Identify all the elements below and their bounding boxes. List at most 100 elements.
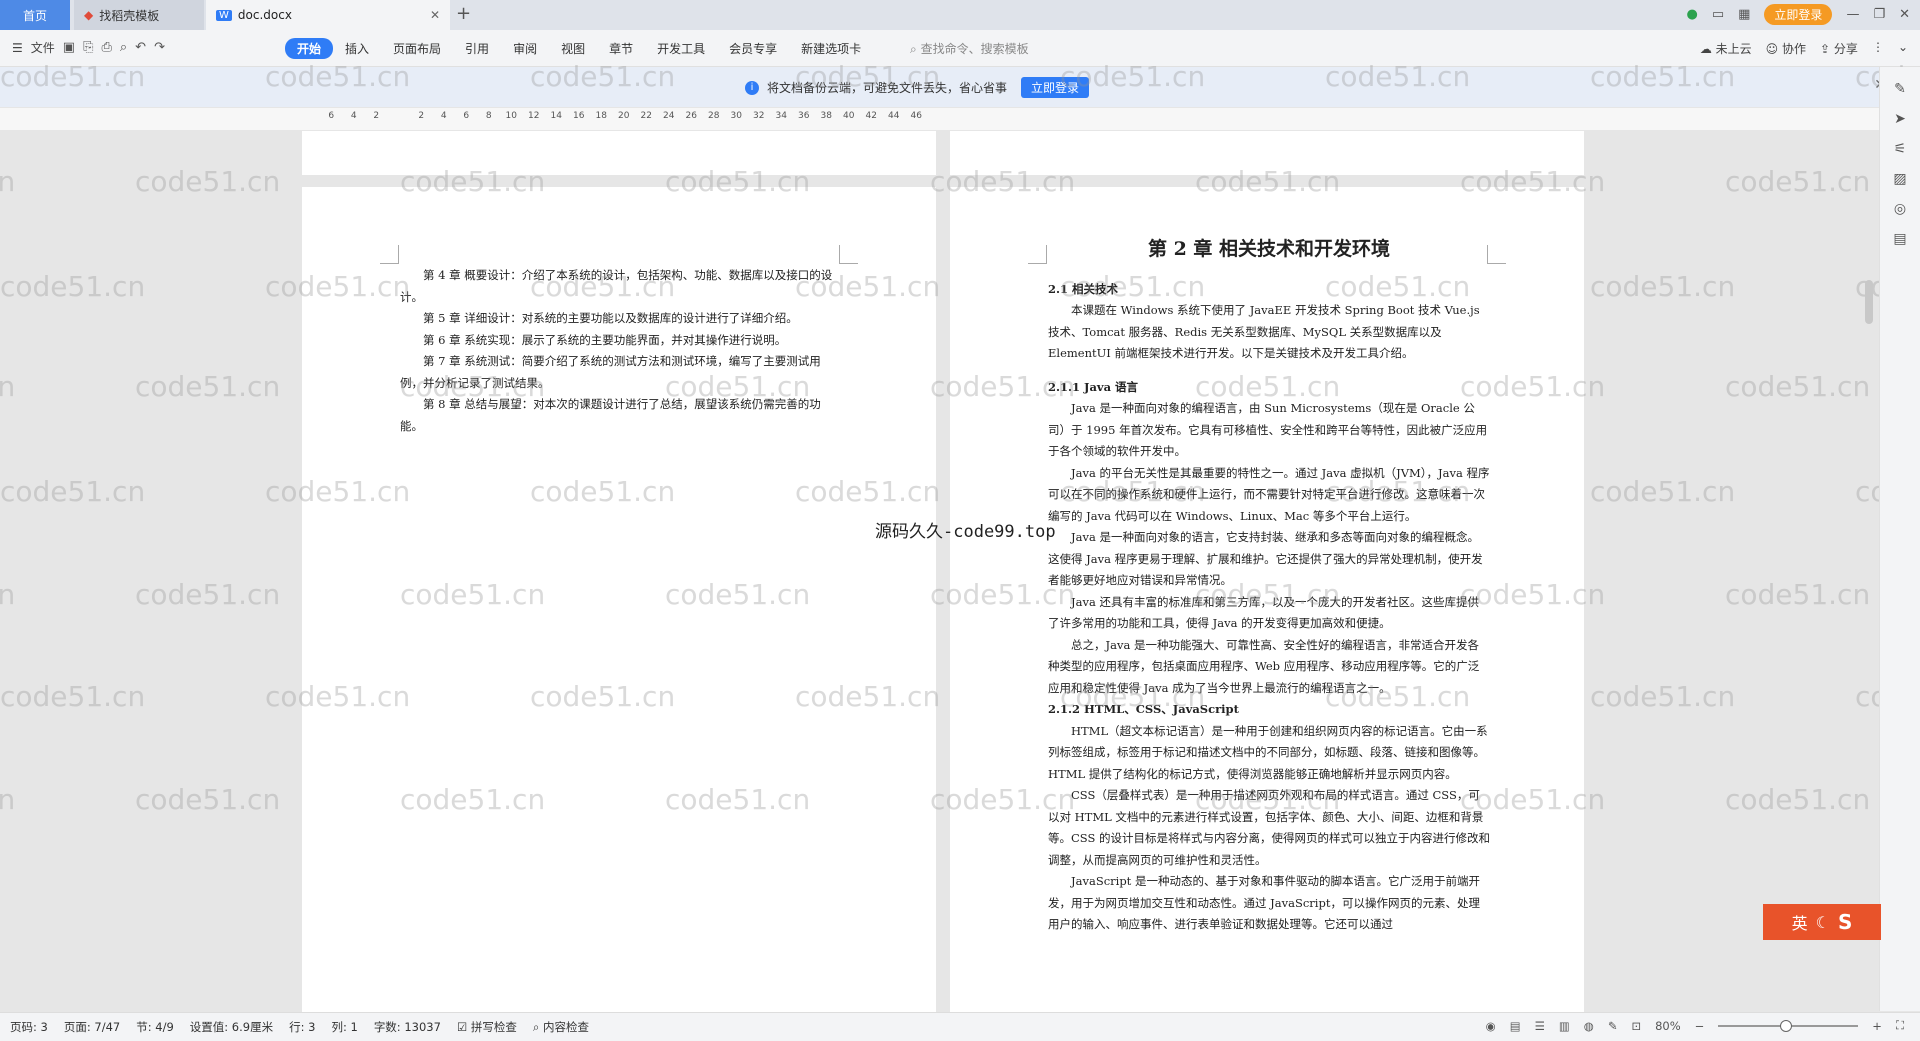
document-area[interactable]: 第 4 章 概要设计：介绍了本系统的设计，包括架构、功能、数据库以及接口的设计。… (0, 131, 1880, 1017)
close-icon[interactable]: ✕ (430, 8, 440, 22)
page-view-icon[interactable]: ▤ (1510, 1019, 1521, 1033)
fit-icon[interactable]: ⊡ (1631, 1019, 1641, 1033)
tab-daoke[interactable]: ◆ 找稻壳模板 (74, 0, 204, 30)
status-page-code: 页码: 3 (10, 1020, 48, 1034)
vertical-scrollbar[interactable] (1862, 110, 1876, 1010)
undo-icon[interactable]: ↶ (135, 40, 146, 55)
ruler-mark: 20 (618, 111, 630, 121)
paragraph: Java 是一种面向对象的语言，它支持封装、继承和多态等面向对象的编程概念。这使… (1048, 530, 1483, 587)
chevron-down-icon[interactable]: ⌄ (1898, 40, 1908, 57)
grid-icon[interactable]: ▦ (1738, 7, 1750, 22)
eye-icon[interactable]: ◉ (1486, 1019, 1496, 1033)
slider-icon[interactable]: ⚟ (1880, 141, 1920, 157)
ruler-mark: 38 (820, 111, 832, 121)
ruler-mark: 30 (730, 111, 742, 121)
page-left[interactable]: 第 4 章 概要设计：介绍了本系统的设计，包括架构、功能、数据库以及接口的设计。… (302, 187, 936, 1017)
zoom-slider-knob[interactable] (1780, 1019, 1793, 1032)
image-icon[interactable]: ▨ (1880, 171, 1920, 187)
file-menu[interactable]: 文件 (31, 39, 55, 56)
ruler-mark: 24 (663, 111, 675, 121)
ruler[interactable]: 6 4 2 2 4 6 8 10 12 14 16 18 20 22 24 26 28 30 32 34 36 38 40 4… (0, 108, 1900, 130)
tab-home[interactable]: 首页 (0, 0, 70, 30)
status-col: 列: 1 (331, 1020, 358, 1034)
ruler-mark: 22 (640, 111, 652, 121)
paragraph: HTML（超文本标记语言）是一种用于创建和组织网页内容的标记语言。它由一系列标签… (1048, 723, 1488, 781)
ribbon-tab-reference[interactable]: 引用 (453, 38, 501, 59)
ribbon-tab-start[interactable]: 开始 (285, 38, 334, 59)
section-heading: 2.1.1 Java 语言 (1048, 379, 1139, 394)
layout-icon[interactable]: ▭ (1712, 7, 1724, 22)
redo-icon[interactable]: ↷ (154, 40, 165, 55)
notice-login-button[interactable]: 立即登录 (1021, 77, 1090, 98)
ruler-mark: 14 (550, 111, 562, 121)
page-previous-right (950, 131, 1584, 175)
tab-doc[interactable]: W doc.docx ✕ (206, 0, 450, 30)
minimize-icon[interactable]: — (1846, 7, 1859, 22)
cursor-icon[interactable]: ➤ (1880, 111, 1920, 127)
ime-indicator[interactable]: 英 ☾ S (1763, 904, 1881, 940)
ime-label: 英 (1791, 914, 1808, 933)
status-row: 行: 3 (289, 1020, 316, 1034)
location-icon[interactable]: ◎ (1880, 201, 1920, 217)
right-page-content: 第 2 章 相关技术和开发环境 2.1 相关技术 本课题在 Windows 系统… (1048, 238, 1490, 936)
command-search[interactable]: ⌕ 查找命令、搜索模板 (910, 40, 1029, 57)
ribbon-tab-member[interactable]: 会员专享 (717, 38, 789, 59)
paragraph: 第 7 章 系统测试：简要介绍了系统的测试方法和测试环境，编写了主要测试用例，并… (400, 354, 821, 390)
spell-check-button[interactable]: ☑ 拼写检查 (457, 1019, 517, 1035)
fullscreen-icon[interactable]: ⛶ (1896, 1018, 1904, 1033)
zoom-in-icon[interactable]: + (1872, 1019, 1882, 1033)
preview-icon[interactable]: ⌕ (120, 40, 127, 55)
ribbon-tab-new[interactable]: 新建选项卡 (789, 38, 873, 59)
login-button[interactable]: 立即登录 (1764, 4, 1833, 25)
daoke-icon: ◆ (84, 8, 94, 22)
reading-view-icon[interactable]: ▥ (1559, 1019, 1570, 1033)
status-words[interactable]: 字数: 13037 (374, 1019, 441, 1035)
ribbon-tab-insert[interactable]: 插入 (333, 38, 381, 59)
ruler-mark: 36 (798, 111, 810, 121)
status-green-icon[interactable]: ● (1686, 7, 1697, 22)
export-icon[interactable]: ⎘ (83, 40, 93, 55)
web-view-icon[interactable]: ◍ (1584, 1019, 1594, 1033)
center-watermark: 源码久久-code99.top (875, 522, 1056, 542)
scroll-thumb[interactable] (1865, 280, 1873, 324)
ribbon-tab-view[interactable]: 视图 (549, 38, 597, 59)
info-icon: i (745, 80, 759, 95)
status-bar: 页码: 3 页面: 7/47 节: 4/9 设置值: 6.9厘米 行: 3 列:… (0, 1012, 1920, 1041)
status-page[interactable]: 页面: 7/47 (64, 1019, 120, 1035)
collab-button[interactable]: ☺ 协作 (1766, 40, 1806, 57)
content-check-button[interactable]: ⌕ 内容检查 (533, 1019, 589, 1035)
left-page-content: 第 4 章 概要设计：介绍了本系统的设计，包括架构、功能、数据库以及接口的设计。… (400, 265, 842, 437)
ribbon-tab-review[interactable]: 审阅 (501, 38, 549, 59)
share-label: 分享 (1833, 42, 1858, 56)
ribbon-tab-chapter[interactable]: 章节 (597, 38, 645, 59)
new-tab-icon[interactable]: + (456, 3, 471, 24)
share-button[interactable]: ⇪ 分享 (1820, 40, 1858, 57)
ruler-mark: 32 (753, 111, 765, 121)
menu-right-actions: ☁ 未上云 ☺ 协作 ⇪ 分享 ⋮ ⌄ (1700, 40, 1908, 57)
cloud-status[interactable]: ☁ 未上云 (1700, 40, 1752, 57)
paragraph: 总之，Java 是一种功能强大、可靠性高、安全性好的编程语言，非常适合开发各种类… (1048, 637, 1480, 695)
ribbon-tab-layout[interactable]: 页面布局 (381, 38, 453, 59)
print-icon[interactable]: ⎙ (101, 40, 111, 55)
write-view-icon[interactable]: ✎ (1608, 1019, 1618, 1033)
window-close-icon[interactable]: ✕ (1899, 7, 1910, 22)
restore-icon[interactable]: ❐ (1873, 7, 1885, 22)
margin-corner (839, 245, 858, 264)
ribbon-tab-devtools[interactable]: 开发工具 (645, 38, 717, 59)
page-right[interactable]: 第 2 章 相关技术和开发环境 2.1 相关技术 本课题在 Windows 系统… (950, 187, 1584, 1017)
more-icon[interactable]: ⋮ (1872, 40, 1884, 57)
outline-view-icon[interactable]: ☰ (1535, 1019, 1545, 1033)
ruler-mark: 8 (485, 111, 492, 121)
zoom-slider[interactable] (1718, 1019, 1859, 1032)
margin-corner (1028, 245, 1047, 264)
ruler-mark: 16 (573, 111, 585, 121)
pen-icon[interactable]: ✎ (1880, 81, 1920, 97)
search-icon: ⌕ (910, 42, 917, 56)
paragraph: Java 的平台无关性是其最重要的特性之一。通过 Java 虚拟机（JVM），J… (1048, 465, 1490, 523)
save-icon[interactable]: ▣ (63, 40, 75, 55)
zoom-out-icon[interactable]: − (1695, 1019, 1705, 1033)
book-icon[interactable]: ▤ (1880, 231, 1920, 247)
content-check-icon: ⌕ (532, 1020, 540, 1034)
hamburger-icon[interactable]: ☰ (12, 41, 23, 55)
zoom-level[interactable]: 80% (1655, 1019, 1681, 1033)
